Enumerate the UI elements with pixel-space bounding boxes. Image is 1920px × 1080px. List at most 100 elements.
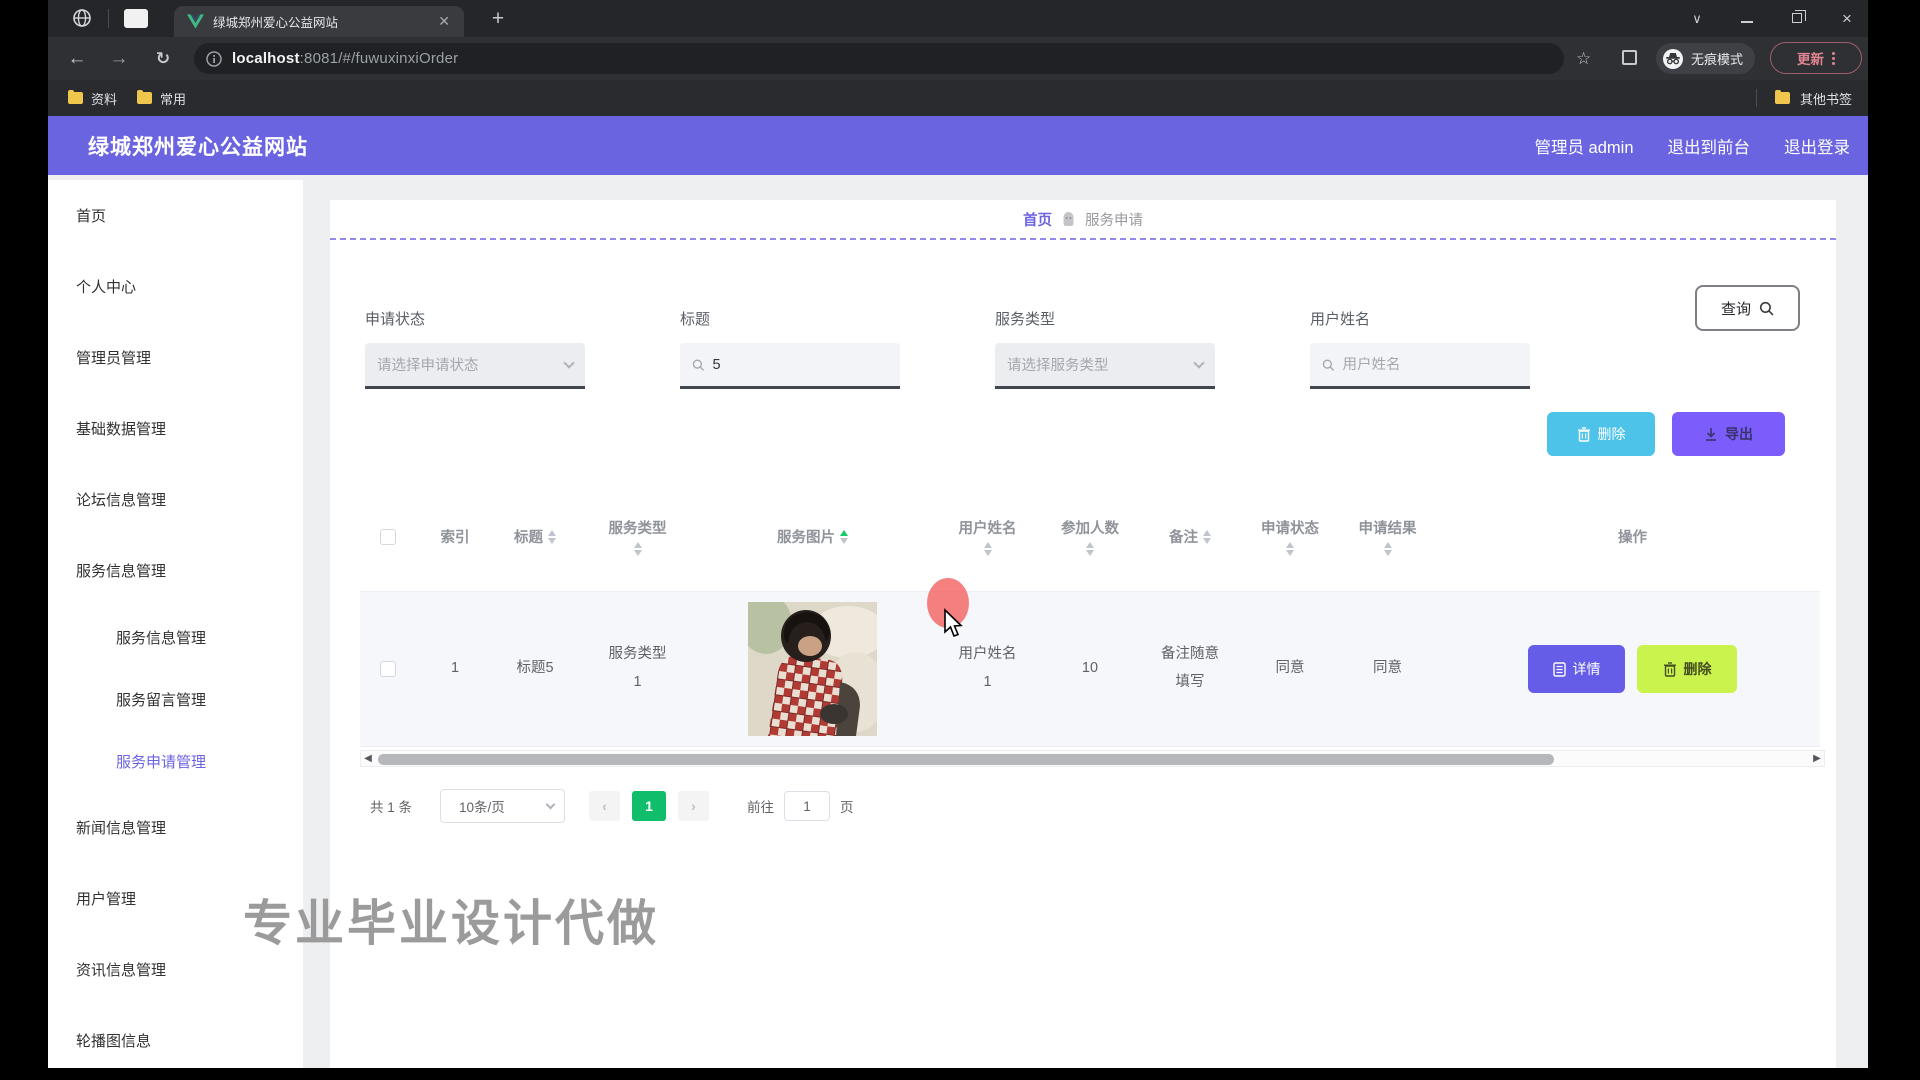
- bookmark-star-icon[interactable]: ☆: [1576, 49, 1591, 69]
- sidebar-item-news-mgmt[interactable]: 新闻信息管理: [48, 792, 303, 863]
- col-title[interactable]: 标题: [495, 482, 575, 591]
- reload-icon[interactable]: ↻: [148, 49, 178, 69]
- sidebar-item-carousel[interactable]: 轮播图信息: [48, 1005, 303, 1076]
- sort-carets-icon[interactable]: [1383, 542, 1392, 556]
- scrollbar-thumb[interactable]: [378, 753, 1554, 765]
- tab-close-icon[interactable]: ✕: [434, 13, 454, 30]
- sidebar-item-forum-mgmt[interactable]: 论坛信息管理: [48, 464, 303, 535]
- username-input[interactable]: [1342, 356, 1518, 373]
- service-photo[interactable]: [748, 602, 877, 736]
- sidebar-item-home[interactable]: 首页: [48, 180, 303, 251]
- service-type-select[interactable]: 请选择服务类型: [995, 343, 1215, 389]
- sort-carets-asc-icon[interactable]: [840, 529, 848, 544]
- detail-button[interactable]: 详情: [1528, 645, 1625, 693]
- page-size-select[interactable]: 10条/页: [440, 789, 566, 823]
- sort-carets-icon[interactable]: [633, 542, 642, 556]
- sidebar-item-service-apply[interactable]: 服务申请管理: [48, 730, 303, 792]
- pagination: 共 1 条 10条/页 ‹ 1 › 前往 页: [360, 788, 1360, 824]
- minimize-button[interactable]: [1734, 11, 1760, 26]
- sort-carets-icon[interactable]: [983, 542, 992, 556]
- title-input[interactable]: [712, 356, 888, 373]
- breadcrumb: 首页 服务申请: [330, 200, 1836, 240]
- sidebar-item-service-message[interactable]: 服务留言管理: [48, 668, 303, 730]
- sidebar-item-admin-mgmt[interactable]: 管理员管理: [48, 322, 303, 393]
- close-button[interactable]: ×: [1834, 9, 1860, 29]
- col-apply-status[interactable]: 申请状态: [1250, 482, 1330, 591]
- row-service-image[interactable]: [700, 592, 925, 746]
- sidebar-item-service-group[interactable]: 服务信息管理: [48, 535, 303, 606]
- sidebar-item-base-data[interactable]: 基础数据管理: [48, 393, 303, 464]
- chevron-down-icon: [563, 356, 575, 369]
- current-page-button[interactable]: 1: [632, 791, 667, 821]
- trash-icon: [1577, 426, 1590, 442]
- restore-button[interactable]: [1784, 10, 1810, 26]
- url-field[interactable]: localhost:8081/#/fuwuxinxiOrder: [194, 43, 1564, 74]
- col-apply-result[interactable]: 申请结果: [1330, 482, 1445, 591]
- sidebar-item-profile[interactable]: 个人中心: [48, 251, 303, 322]
- row-apply-result: 同意: [1373, 660, 1402, 677]
- username-input-wrap: [1310, 343, 1530, 389]
- scroll-left-arrow-icon[interactable]: ◀: [361, 750, 375, 767]
- tab-title: 绿城郑州爱心公益网站: [213, 16, 339, 30]
- apply-status-select[interactable]: 请选择申请状态: [365, 343, 585, 389]
- filter-apply-status: 申请状态 请选择申请状态: [365, 308, 585, 389]
- col-participants[interactable]: 参加人数: [1050, 482, 1130, 591]
- row-participants: 10: [1081, 660, 1099, 677]
- forward-icon[interactable]: →: [104, 48, 134, 70]
- screen: 绿城郑州爱心公益网站 ✕ + ∨ × ← → ↻ localhost:8081/…: [0, 0, 1920, 1080]
- sort-carets-icon[interactable]: [1086, 542, 1094, 556]
- update-button[interactable]: 更新: [1770, 42, 1862, 74]
- browser-menu-chevron-icon[interactable]: ∨: [1684, 11, 1710, 27]
- sort-carets-icon[interactable]: [1203, 529, 1211, 544]
- breadcrumb-home-link[interactable]: 首页: [1023, 209, 1052, 230]
- bookmark-folder-ziliao[interactable]: 资料: [68, 89, 117, 108]
- pinned-tab[interactable]: [124, 9, 148, 28]
- delete-button[interactable]: 删除: [1547, 412, 1655, 456]
- search-button[interactable]: 查询: [1695, 285, 1800, 331]
- active-tab[interactable]: 绿城郑州爱心公益网站 ✕: [174, 6, 464, 37]
- row-apply-status: 同意: [1275, 660, 1305, 677]
- goto-page-input[interactable]: [784, 791, 831, 821]
- select-all-checkbox[interactable]: [379, 528, 396, 545]
- watermark-text: 专业毕业设计代做: [243, 897, 660, 951]
- chevron-down-icon: [545, 799, 556, 809]
- sort-carets-icon[interactable]: [1286, 542, 1294, 556]
- scroll-right-arrow-icon[interactable]: ▶: [1810, 750, 1824, 767]
- sidebar-item-service-info[interactable]: 服务信息管理: [48, 606, 303, 668]
- row-delete-button[interactable]: 删除: [1637, 645, 1737, 693]
- incognito-icon: [1663, 48, 1683, 69]
- row-index: 1: [450, 660, 460, 677]
- chevron-down-icon: [1193, 356, 1205, 369]
- exit-to-front-link[interactable]: 退出到前台: [1668, 134, 1751, 158]
- folder-icon: [137, 90, 153, 104]
- filter-label: 标题: [680, 311, 711, 328]
- sort-carets-icon[interactable]: [548, 529, 556, 544]
- col-index[interactable]: 索引: [415, 482, 495, 591]
- row-select-cell: [360, 592, 415, 746]
- col-service-type[interactable]: 服务类型: [575, 482, 700, 591]
- breadcrumb-separator-icon: [1063, 212, 1074, 226]
- side-panel-icon[interactable]: [1622, 50, 1637, 65]
- logout-link[interactable]: 退出登录: [1784, 134, 1850, 158]
- col-service-image[interactable]: 服务图片: [700, 482, 925, 591]
- row-checkbox[interactable]: [379, 661, 396, 677]
- bookmark-folder-changyong[interactable]: 常用: [137, 89, 186, 108]
- select-all-cell: [360, 482, 415, 591]
- new-tab-button[interactable]: +: [484, 6, 512, 34]
- row-remark: 备注随意填写: [1161, 646, 1219, 690]
- breadcrumb-current: 服务申请: [1085, 212, 1143, 229]
- prev-page-button[interactable]: ‹: [589, 791, 621, 821]
- row-service-type: 服务类型1: [608, 646, 667, 690]
- horizontal-scrollbar[interactable]: ◀ ▶: [360, 750, 1825, 767]
- export-button[interactable]: 导出: [1672, 412, 1785, 456]
- update-label: 更新: [1797, 52, 1824, 67]
- filter-label: 用户姓名: [1310, 311, 1371, 328]
- other-bookmarks[interactable]: 其他书签: [1755, 89, 1852, 108]
- next-page-button[interactable]: ›: [678, 791, 710, 821]
- info-icon[interactable]: [206, 50, 222, 67]
- col-user-name[interactable]: 用户姓名: [925, 482, 1050, 591]
- col-remark[interactable]: 备注: [1130, 482, 1250, 591]
- url-text: localhost:8081/#/fuwuxinxiOrder: [232, 50, 459, 67]
- back-icon[interactable]: ←: [62, 48, 92, 70]
- globe-icon[interactable]: [72, 8, 92, 33]
